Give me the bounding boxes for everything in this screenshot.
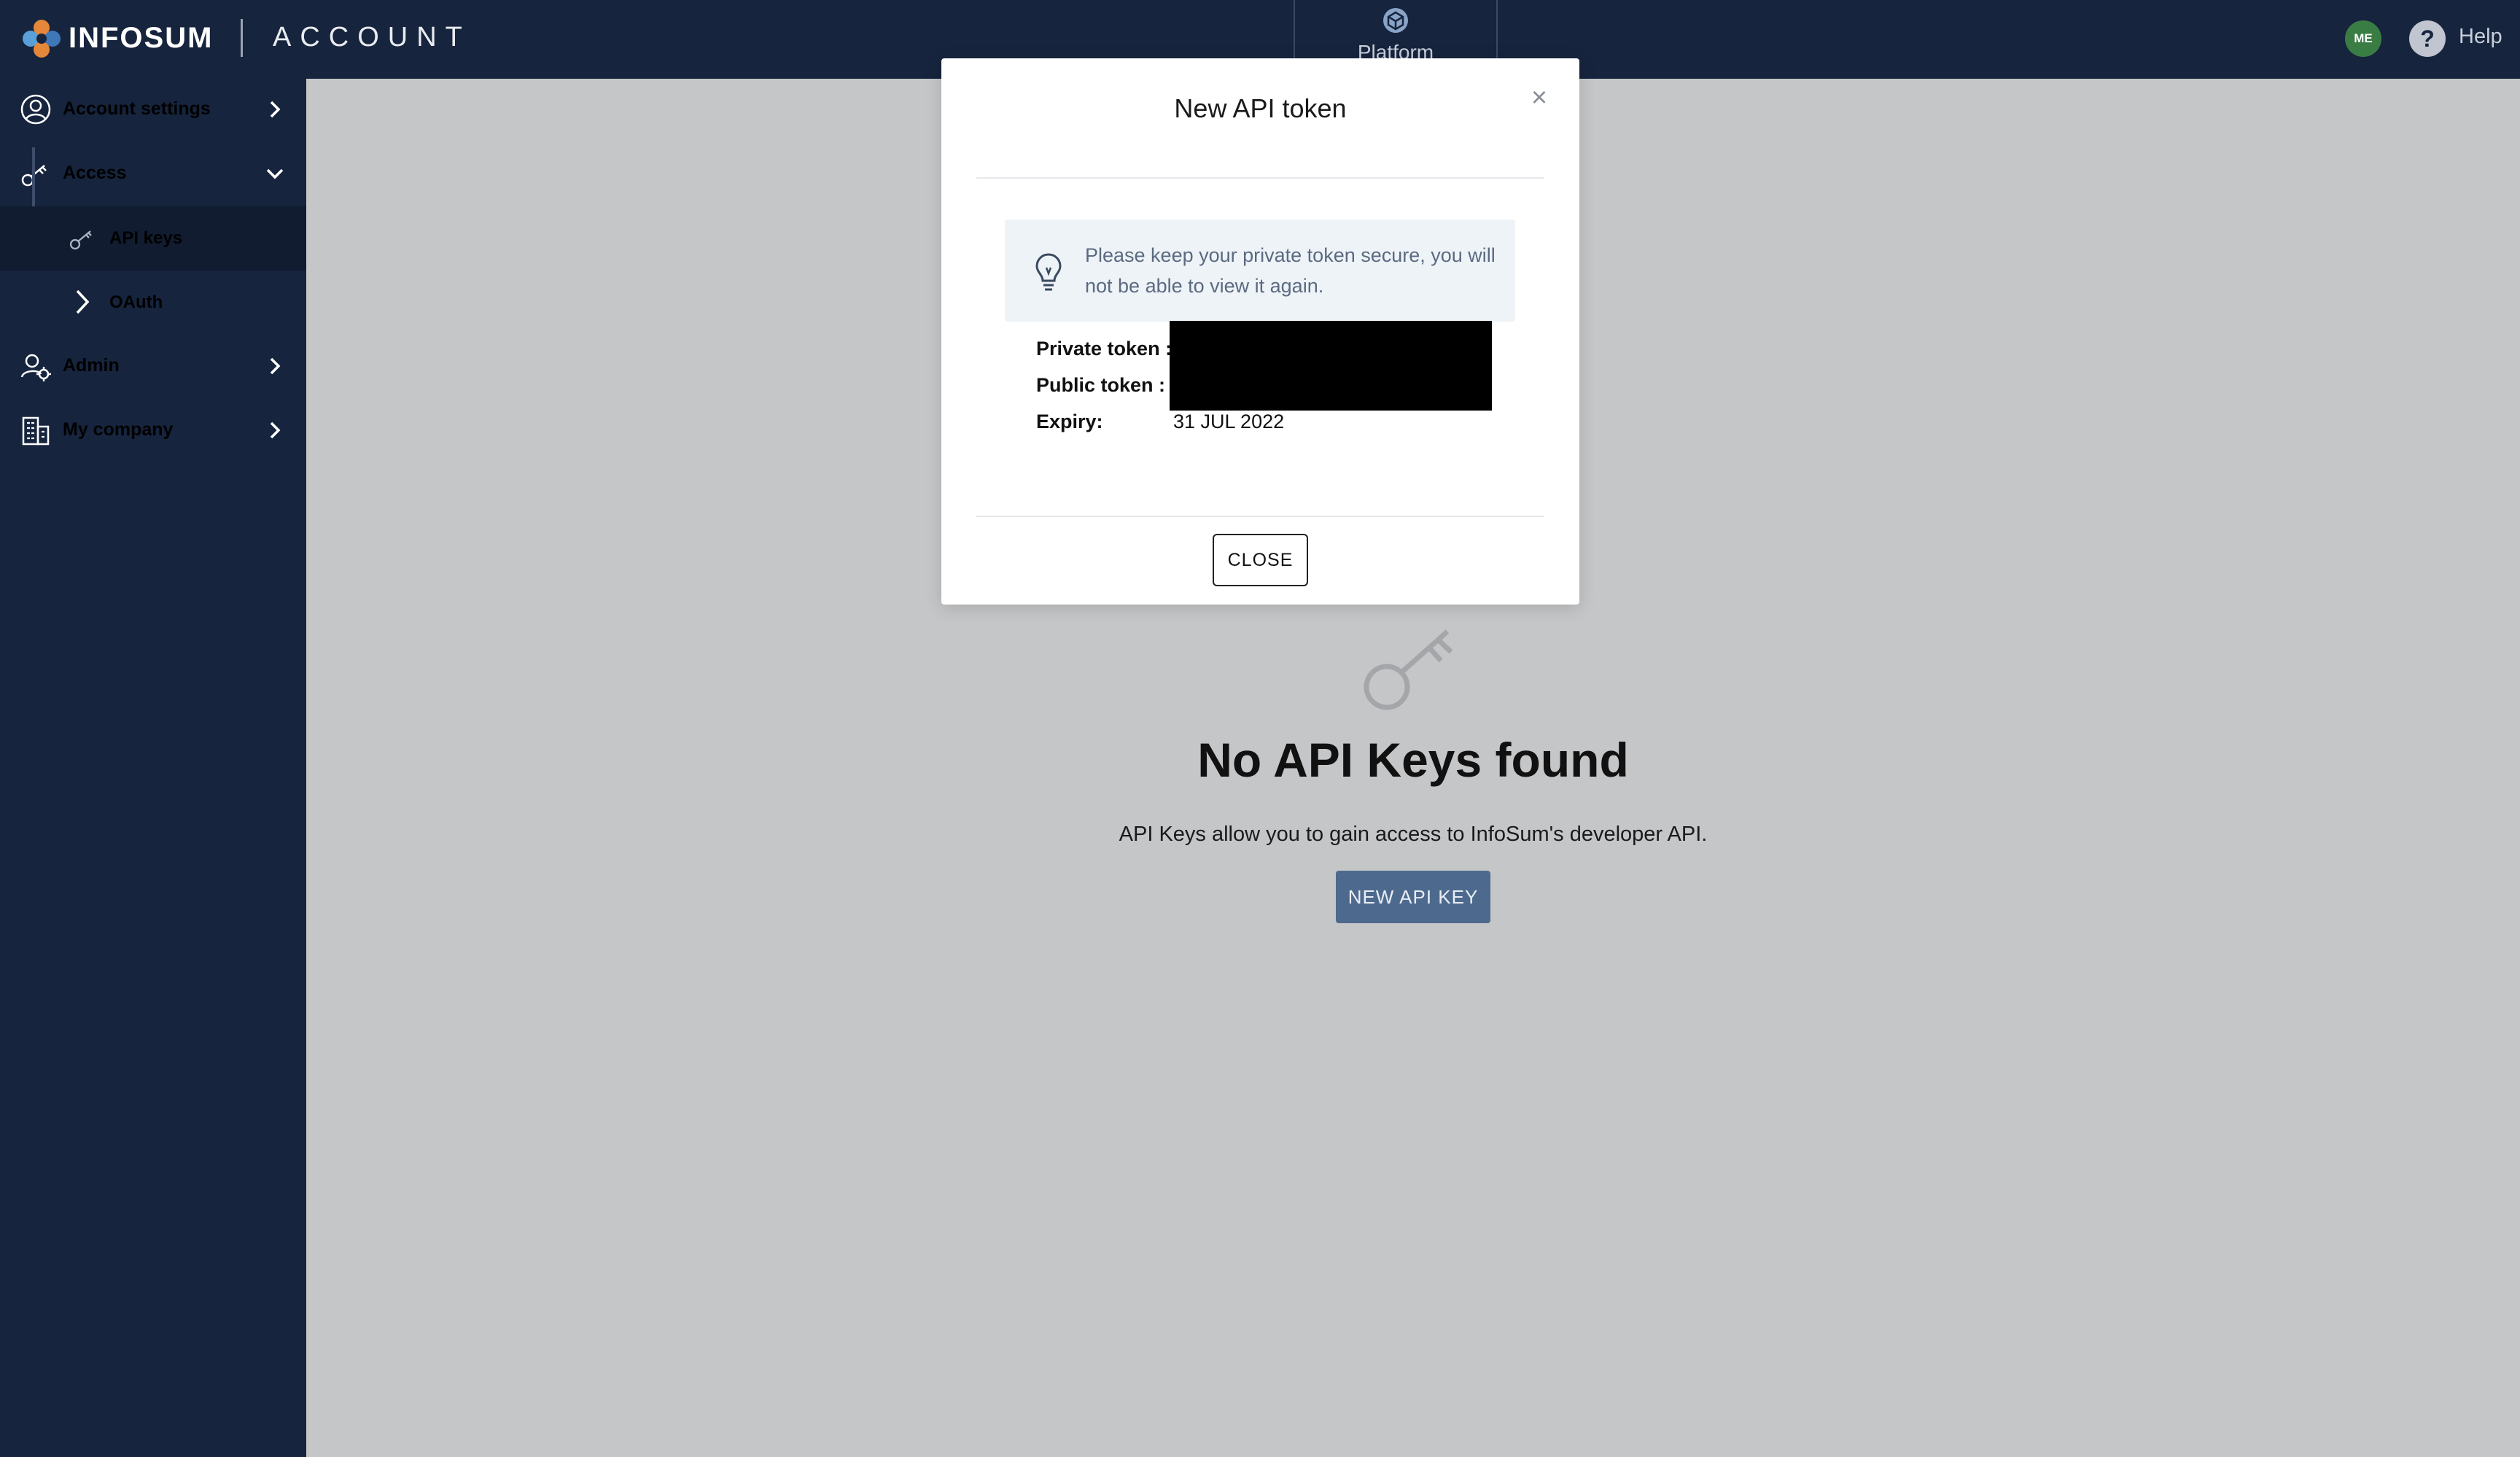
sidebar-subitem-label: OAuth (109, 292, 163, 312)
close-button[interactable]: CLOSE (1213, 534, 1308, 586)
chevron-right-icon (270, 101, 281, 118)
sidebar-item-label: Access (63, 163, 127, 183)
key-icon (1364, 629, 1453, 710)
security-notice: Please keep your private token secure, y… (1005, 219, 1515, 322)
modal-divider (976, 177, 1544, 179)
building-icon (22, 416, 50, 446)
modal-footer-divider (976, 516, 1544, 517)
close-icon[interactable]: × (1522, 80, 1557, 115)
chevron-right-icon (270, 421, 281, 439)
empty-state-description: API Keys allow you to gain access to Inf… (1119, 823, 1708, 846)
user-circle-icon (20, 94, 51, 125)
new-api-token-modal: New API token × Please keep your private… (941, 58, 1579, 605)
sidebar-item-label: My company (63, 419, 174, 440)
brand-name[interactable]: INFOSUM (69, 22, 213, 55)
empty-state-title: No API Keys found (1197, 733, 1629, 787)
modal-title: New API token (1174, 93, 1347, 123)
expiry-value: 31 JUL 2022 (1173, 411, 1285, 432)
sidebar-item-access[interactable]: Access (0, 142, 306, 206)
chevron-right-icon (76, 290, 90, 314)
section-name: ACCOUNT (273, 22, 471, 53)
public-token-label: Public token : (1036, 374, 1166, 396)
sidebar-subitem-label: API keys (109, 228, 183, 248)
redacted-token-values (1170, 321, 1492, 411)
sidebar-item-account-settings[interactable]: Account settings (0, 78, 306, 142)
key-icon (69, 230, 92, 250)
users-gear-icon (20, 354, 51, 381)
help-icon[interactable]: ? (2409, 20, 2446, 57)
sidebar-item-label: Account settings (63, 98, 211, 119)
chevron-down-icon (266, 168, 284, 179)
help-link[interactable]: Help (2459, 25, 2502, 49)
sidebar-item-my-company[interactable]: My company (0, 399, 306, 463)
private-token-label: Private token : (1036, 338, 1172, 360)
sidebar-subitem-oauth[interactable]: OAuth (0, 271, 306, 335)
brand-divider (241, 19, 243, 57)
lightbulb-icon (1035, 253, 1062, 291)
avatar[interactable]: ME (2345, 20, 2381, 57)
sidebar-subitem-api-keys[interactable]: API keys (0, 206, 306, 271)
infosum-logo-icon[interactable] (20, 18, 63, 60)
expiry-label: Expiry: (1036, 411, 1103, 432)
sidebar-item-label: Admin (63, 355, 120, 376)
new-api-key-button[interactable]: NEW API KEY (1336, 871, 1490, 923)
sidebar-item-admin[interactable]: Admin (0, 335, 306, 399)
notice-text: Please keep your private token secure, y… (1085, 244, 1496, 297)
chevron-right-icon (270, 357, 281, 375)
key-icon (21, 165, 47, 187)
platform-cube-icon (1383, 8, 1408, 33)
